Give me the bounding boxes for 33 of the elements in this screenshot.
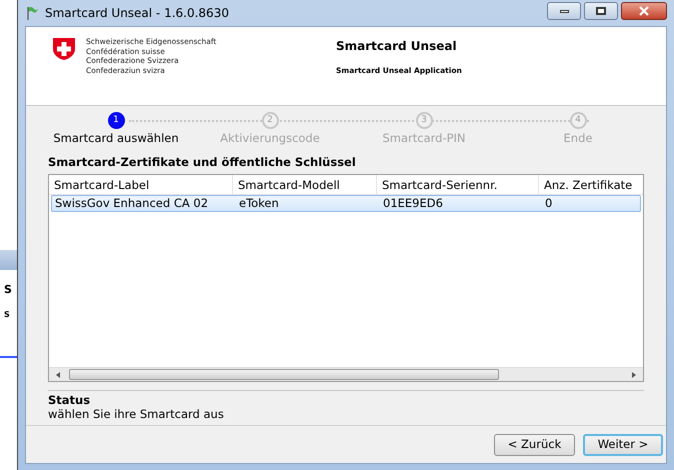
window-title: Smartcard Unseal - 1.6.0.8630 xyxy=(45,5,229,22)
close-button[interactable] xyxy=(621,2,667,20)
table-cell-text: SwissGov Enhanced CA 02 xyxy=(54,196,210,212)
column-header[interactable]: Smartcard-Seriennr. xyxy=(377,175,539,194)
window-title-fragment: S xyxy=(4,282,13,298)
horizontal-scrollbar[interactable] xyxy=(49,367,643,381)
minimize-icon xyxy=(560,10,568,12)
scrollbar-thumb[interactable] xyxy=(69,369,499,380)
step-label: Aktivierungscode xyxy=(220,130,320,147)
flag-icon xyxy=(25,6,39,20)
close-icon xyxy=(638,6,650,16)
step-label: Ende xyxy=(564,130,592,147)
status-label: Status xyxy=(48,393,92,407)
step-label: Smartcard-PIN xyxy=(382,130,466,147)
column-header[interactable]: Smartcard-Modell xyxy=(233,175,377,194)
table-cell-text: 0 xyxy=(544,196,554,212)
column-header[interactable]: Anz. Zertifikate xyxy=(539,175,643,194)
back-button[interactable]: < Zurück xyxy=(494,434,575,456)
maximize-icon xyxy=(596,7,606,15)
step-number[interactable]: 1 xyxy=(108,112,124,129)
status-text: wählen Sie ihre Smartcard aus xyxy=(48,407,225,421)
table-cell-text: 01EE9ED6 xyxy=(382,196,444,212)
table-cell-text: eToken xyxy=(238,196,280,212)
column-header[interactable]: Smartcard-Label xyxy=(49,175,233,194)
table-row[interactable]: SwissGov Enhanced CA 02 eToken 01EE9ED6 0 xyxy=(51,195,641,212)
app-title: Smartcard Unseal xyxy=(336,38,458,55)
next-button[interactable]: Weiter > xyxy=(583,434,663,456)
section-title: Smartcard-Zertifikate und öffentliche Schlüssel xyxy=(48,154,357,171)
step-label: Smartcard auswählen xyxy=(53,130,179,147)
maximize-button[interactable] xyxy=(584,2,618,20)
minimize-button[interactable] xyxy=(547,2,581,20)
window-title-fragment: S xyxy=(4,308,11,320)
swiss-flag-icon xyxy=(52,37,76,61)
